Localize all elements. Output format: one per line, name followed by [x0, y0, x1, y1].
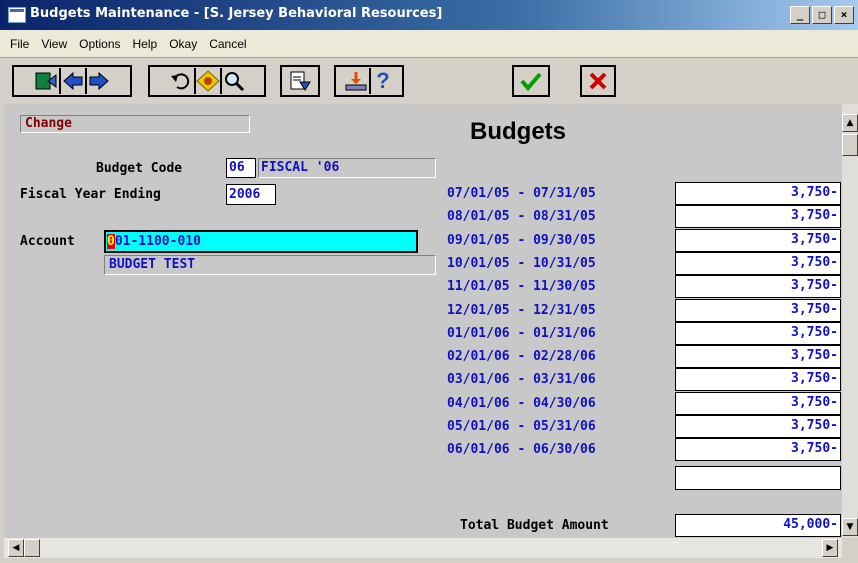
empty-amount-field[interactable] — [675, 466, 841, 490]
account-description: BUDGET TEST — [104, 255, 436, 275]
period-amount-field[interactable]: 3,750- — [675, 228, 841, 252]
scroll-down-icon[interactable]: ▼ — [842, 518, 858, 536]
document-icon[interactable] — [287, 68, 313, 94]
ok-button[interactable] — [512, 65, 550, 97]
diamond-icon[interactable] — [194, 68, 220, 94]
menu-bar: File View Options Help Okay Cancel — [0, 30, 858, 58]
period-amount-field[interactable]: 3,750- — [675, 205, 841, 229]
period-range: 07/01/05 - 07/31/05 — [447, 186, 596, 201]
scroll-up-icon[interactable]: ▲ — [842, 114, 858, 132]
hscroll-thumb[interactable] — [24, 539, 40, 557]
period-range: 02/01/06 - 02/28/06 — [447, 349, 596, 365]
menu-okay[interactable]: Okay — [163, 37, 203, 51]
minimize-button[interactable]: _ — [790, 6, 810, 24]
maximize-button[interactable]: □ — [812, 6, 832, 24]
period-range: 10/01/05 - 10/31/05 — [447, 255, 596, 271]
page-title: Budgets — [470, 118, 566, 145]
mode-indicator: Change — [20, 115, 250, 133]
download-icon[interactable] — [343, 68, 369, 94]
horizontal-scrollbar[interactable]: ◀ ▶ — [4, 538, 842, 558]
exit-icon[interactable] — [33, 68, 59, 94]
nav-button-group — [12, 65, 132, 97]
cancel-x-icon — [585, 68, 611, 94]
menu-options[interactable]: Options — [73, 37, 126, 51]
menu-file[interactable]: File — [4, 37, 35, 51]
scroll-thumb[interactable] — [842, 134, 858, 156]
undo-icon[interactable] — [168, 68, 194, 94]
period-amount-field[interactable]: 3,750- — [675, 368, 841, 392]
period-amount-field[interactable]: 3,750- — [675, 275, 841, 299]
fiscal-year-field[interactable]: 2006 — [226, 184, 276, 205]
period-amount-field[interactable]: 3,750- — [675, 438, 841, 462]
scroll-left-icon[interactable]: ◀ — [8, 539, 24, 557]
total-budget-amount: 45,000- — [675, 514, 841, 537]
toolbar: ? — [0, 58, 858, 104]
period-range: 04/01/06 - 04/30/06 — [447, 395, 596, 411]
app-window-icon — [8, 7, 26, 23]
vertical-scrollbar[interactable]: ▲ ▼ — [842, 104, 858, 538]
period-range: 11/01/05 - 11/30/05 — [447, 279, 596, 295]
budget-code-description: FISCAL '06 — [258, 158, 436, 178]
ok-check-icon — [518, 68, 544, 94]
account-label: Account — [20, 234, 75, 249]
period-range: 01/01/06 - 01/31/06 — [447, 325, 596, 341]
fiscal-year-label: Fiscal Year Ending — [20, 187, 161, 202]
period-amount-field[interactable]: 3,750- — [675, 298, 841, 322]
menu-help[interactable]: Help — [127, 37, 164, 51]
total-budget-label: Total Budget Amount — [460, 518, 609, 533]
help-glyph: ? — [376, 68, 390, 93]
period-range: 09/01/05 - 09/30/05 — [447, 232, 596, 248]
close-button[interactable]: × — [834, 6, 854, 24]
window-title: Budgets Maintenance - [S. Jersey Behavio… — [30, 6, 443, 21]
period-amount-field[interactable]: 3,750- — [675, 321, 841, 345]
budget-code-label: Budget Code — [96, 161, 183, 176]
menu-view[interactable]: View — [35, 37, 73, 51]
period-range: 12/01/05 - 12/31/05 — [447, 302, 596, 318]
period-amount-field[interactable]: 3,750- — [675, 415, 841, 438]
period-amount-field[interactable]: 3,750- — [675, 391, 841, 415]
period-range: 05/01/06 - 05/31/06 — [447, 419, 596, 434]
help-icon[interactable]: ? — [369, 68, 395, 94]
period-amount-field[interactable]: 3,750- — [675, 182, 841, 205]
back-arrow-icon[interactable] — [59, 68, 85, 94]
budget-code-field[interactable]: 06 — [226, 158, 256, 178]
edit-button-group — [148, 65, 266, 97]
forward-arrow-icon[interactable] — [85, 68, 111, 94]
search-icon[interactable] — [220, 68, 246, 94]
scroll-right-icon[interactable]: ▶ — [822, 539, 838, 557]
menu-cancel[interactable]: Cancel — [203, 37, 252, 51]
period-amount-field[interactable]: 3,750- — [675, 345, 841, 369]
text-cursor: 0 — [107, 234, 115, 249]
cancel-button[interactable] — [580, 65, 616, 97]
title-bar: Budgets Maintenance - [S. Jersey Behavio… — [0, 0, 858, 30]
period-amount-field[interactable]: 3,750- — [675, 251, 841, 275]
period-range: 03/01/06 - 03/31/06 — [447, 372, 596, 388]
account-field[interactable]: 001-1100-010 — [104, 230, 418, 253]
document-button-group — [280, 65, 320, 97]
utility-button-group: ? — [334, 65, 404, 97]
account-value: 01-1100-010 — [114, 234, 201, 249]
period-range: 08/01/05 - 08/31/05 — [447, 209, 596, 225]
period-range: 06/01/06 - 06/30/06 — [447, 442, 596, 458]
